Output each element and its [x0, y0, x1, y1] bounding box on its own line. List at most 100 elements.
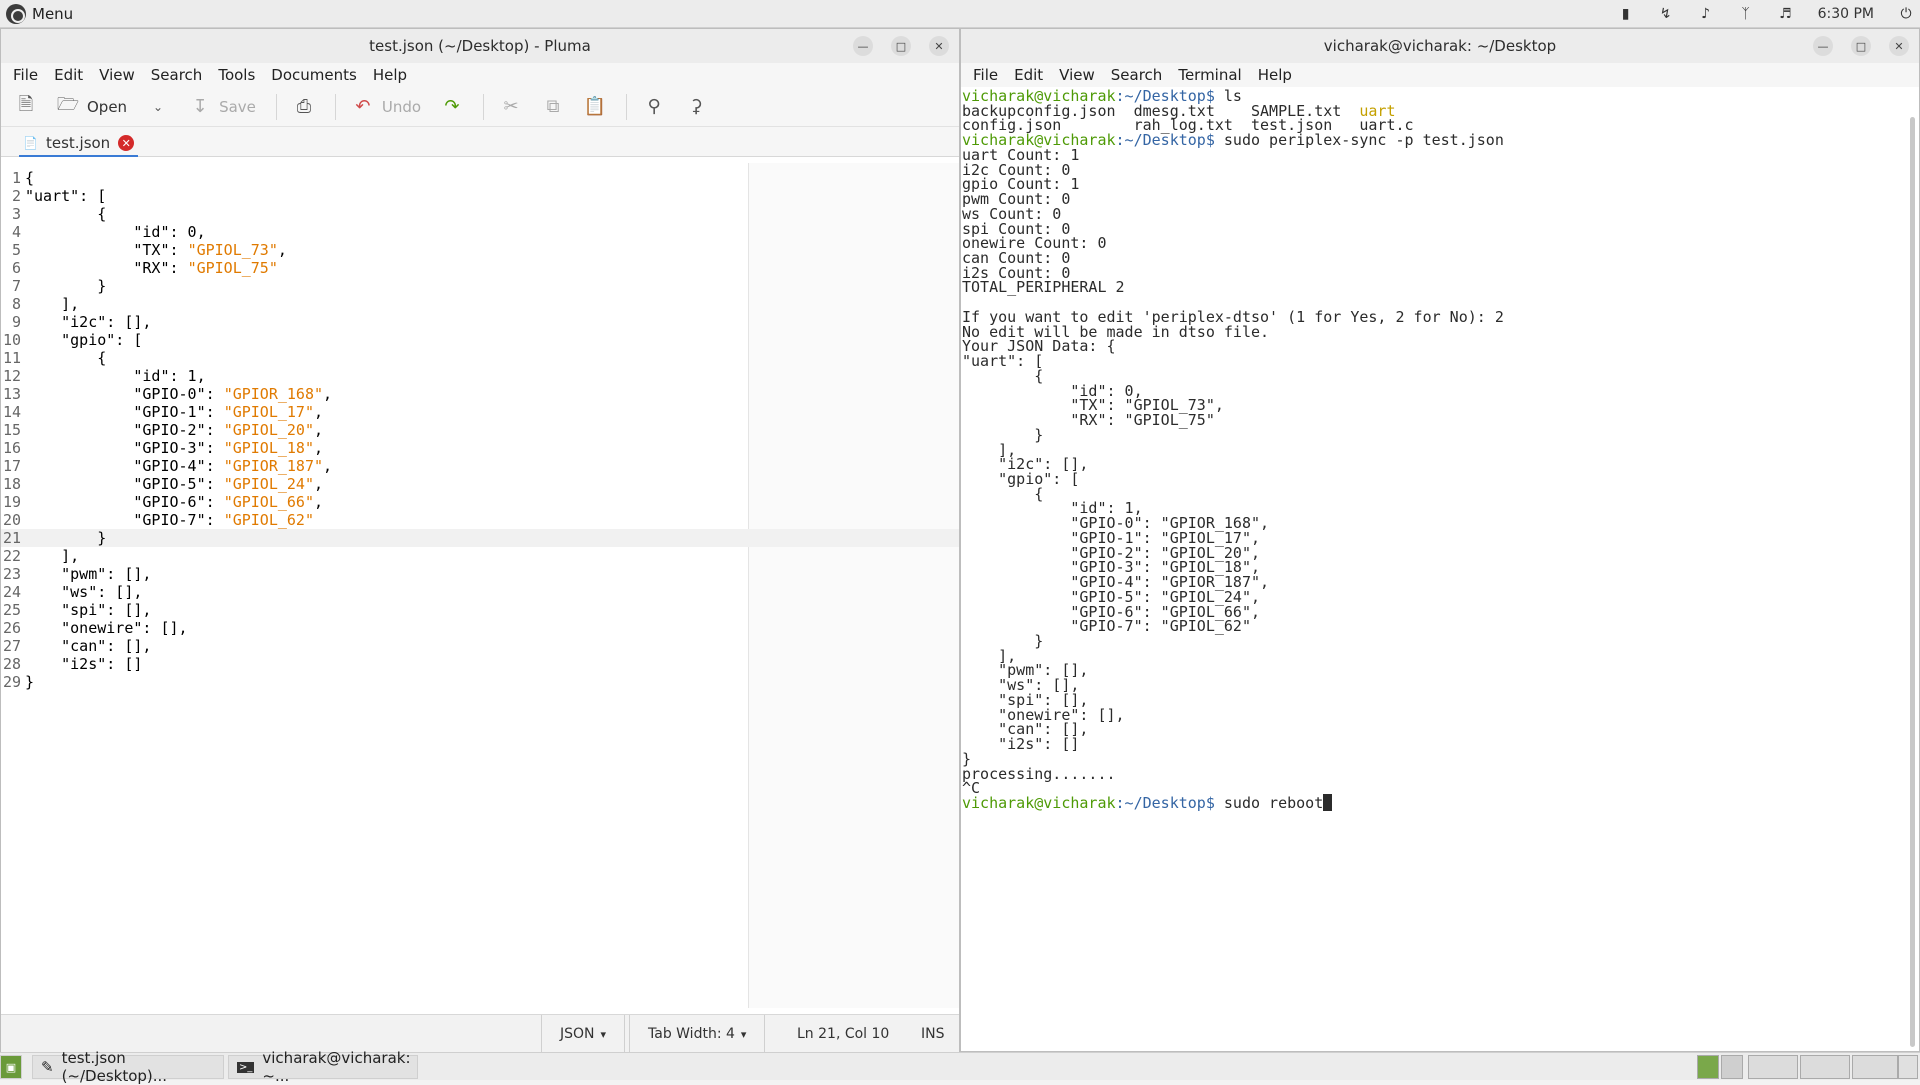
taskbar-item-pluma[interactable]: ✎ test.json (~/Desktop)... [32, 1049, 224, 1085]
maximize-button[interactable]: □ [891, 36, 911, 56]
code-text: "spi": [], [25, 601, 152, 619]
terminal-scrollbar[interactable] [1910, 117, 1915, 1047]
show-desktop-button[interactable]: ▣ [0, 1055, 22, 1079]
code-text: "GPIO-3": [25, 439, 224, 457]
code-line[interactable]: 23 "pwm": [], [1, 565, 959, 583]
code-string: "GPIOL_24" [223, 475, 314, 493]
line-number: 14 [2, 403, 21, 421]
save-button[interactable]: ↧ Save [189, 96, 256, 118]
workspace-4[interactable] [1852, 1055, 1898, 1079]
menu-help[interactable]: Help [1250, 66, 1300, 84]
code-line[interactable]: 29} [1, 673, 959, 691]
undo-button[interactable]: ↶ Undo [352, 96, 421, 118]
tab-close-icon[interactable]: ✕ [118, 135, 135, 151]
minimize-button[interactable]: — [853, 36, 873, 56]
close-button[interactable]: ✕ [1889, 36, 1909, 56]
text-editor-area[interactable]: 1{2 "uart": [3 {4 "id": 0, 5 "TX": "GPIOL_… [1, 163, 959, 1008]
close-button[interactable]: ✕ [929, 36, 949, 56]
code-line[interactable]: 12 "id": 1, [1, 367, 959, 385]
battery-icon[interactable]: ▮ [1618, 6, 1634, 22]
find-replace-button[interactable]: ⚳ [685, 96, 707, 118]
code-line[interactable]: 3 { [1, 205, 959, 223]
tab-width-selector[interactable]: Tab Width: 4 ▾ [629, 1015, 766, 1053]
code-line[interactable]: 7 } [1, 277, 959, 295]
paste-button[interactable]: 📋 [584, 96, 606, 118]
code-line[interactable]: 20 "GPIO-7": "GPIOL_62" [1, 511, 959, 529]
new-document-button[interactable]: 🗎 [15, 94, 37, 118]
redo-button[interactable]: ↷ [441, 96, 463, 118]
clock[interactable]: 6:30 PM [1818, 6, 1874, 22]
taskbar-item-terminal[interactable]: >_ vicharak@vicharak: ~... [228, 1049, 418, 1085]
language-label: JSON [560, 1026, 595, 1042]
code-line[interactable]: 16 "GPIO-3": "GPIOL_18", [1, 439, 959, 457]
copy-button[interactable]: ⧉ [542, 96, 564, 118]
code-line[interactable]: 26 "onewire": [], [1, 619, 959, 637]
code-string: "GPIOL_62" [223, 511, 314, 529]
maximize-button[interactable]: □ [1851, 36, 1871, 56]
menu-edit[interactable]: Edit [46, 66, 91, 84]
menu-edit[interactable]: Edit [1006, 66, 1051, 84]
code-line[interactable]: 24 "ws": [], [1, 583, 959, 601]
open-button[interactable]: 🗁 Open [57, 94, 127, 118]
code-line[interactable]: 4 "id": 0, [1, 223, 959, 241]
code-text: "id": 1, [25, 367, 206, 385]
minimize-button[interactable]: — [1813, 36, 1833, 56]
code-line[interactable]: 2 "uart": [ [1, 187, 959, 205]
code-line[interactable]: 13 "GPIO-0": "GPIOR_168", [1, 385, 959, 403]
menu-search[interactable]: Search [1103, 66, 1171, 84]
code-line[interactable]: 8 ], [1, 295, 959, 313]
code-line[interactable]: 15 "GPIO-2": "GPIOL_20", [1, 421, 959, 439]
redo-icon: ↷ [444, 96, 460, 117]
code-string: "GPIOL_18" [223, 439, 314, 457]
bluetooth-icon[interactable]: ᛉ [1738, 6, 1754, 22]
code-line[interactable]: 17 "GPIO-4": "GPIOR_187", [1, 457, 959, 475]
workspace-2[interactable] [1748, 1055, 1798, 1079]
code-line[interactable]: 1{ [1, 169, 959, 187]
code-line[interactable]: 11 { [1, 349, 959, 367]
network-icon[interactable]: ↯ [1658, 6, 1674, 22]
workspace-3[interactable] [1800, 1055, 1850, 1079]
code-line[interactable]: 22 ], [1, 547, 959, 565]
code-line[interactable]: 18 "GPIO-5": "GPIOL_24", [1, 475, 959, 493]
code-line[interactable]: 19 "GPIO-6": "GPIOL_66", [1, 493, 959, 511]
find-button[interactable]: ⚲ [643, 96, 665, 118]
print-button[interactable]: ⎙ [293, 96, 315, 118]
code-line[interactable]: 28 "i2s": [] [1, 655, 959, 673]
terminal-titlebar[interactable]: vicharak@vicharak: ~/Desktop — □ ✕ [961, 29, 1919, 63]
code-line[interactable]: 14 "GPIO-1": "GPIOL_17", [1, 403, 959, 421]
line-number: 3 [11, 205, 21, 223]
volume-icon[interactable]: ♬ [1778, 6, 1794, 22]
menu-view[interactable]: View [1051, 66, 1103, 84]
workspace-1b[interactable] [1721, 1055, 1743, 1079]
cut-button[interactable]: ✂ [500, 96, 522, 118]
code-text: "i2s": [] [25, 655, 143, 673]
main-menu-button[interactable]: Menu [0, 0, 79, 28]
power-icon[interactable]: ⏻ [1898, 6, 1914, 22]
menu-help[interactable]: Help [365, 66, 415, 84]
menu-file[interactable]: File [965, 66, 1006, 84]
pluma-titlebar[interactable]: test.json (~/Desktop) - Pluma — □ ✕ [1, 29, 959, 63]
code-line[interactable]: 10 "gpio": [ [1, 331, 959, 349]
code-punctuation: , [277, 241, 287, 259]
code-line[interactable]: 27 "can": [], [1, 637, 959, 655]
notification-bell-icon[interactable]: ♪ [1698, 6, 1714, 22]
terminal-output[interactable]: vicharak@vicharak:~/Desktop$ ls backupcon… [961, 87, 1919, 1051]
code-line[interactable]: 9 "i2c": [], [1, 313, 959, 331]
line-number: 6 [11, 259, 21, 277]
code-line[interactable]: 5 "TX": "GPIOL_73", [1, 241, 959, 259]
menu-terminal[interactable]: Terminal [1170, 66, 1249, 84]
menu-documents[interactable]: Documents [263, 66, 365, 84]
code-line[interactable]: 6 "RX": "GPIOL_75" [1, 259, 959, 277]
tab-test-json[interactable]: 📄 test.json ✕ [19, 131, 139, 157]
menu-view[interactable]: View [91, 66, 143, 84]
workspace-1[interactable] [1697, 1055, 1719, 1079]
language-selector[interactable]: JSON ▾ [541, 1015, 626, 1053]
trash-icon[interactable] [1898, 1055, 1918, 1079]
code-line[interactable]: 21 } [1, 529, 959, 547]
menu-file[interactable]: File [5, 66, 46, 84]
menu-search[interactable]: Search [143, 66, 211, 84]
code-line[interactable]: 25 "spi": [], [1, 601, 959, 619]
code-text: "GPIO-1": [25, 403, 224, 421]
menu-tools[interactable]: Tools [210, 66, 263, 84]
open-recent-dropdown[interactable]: ⌄ [147, 96, 169, 118]
